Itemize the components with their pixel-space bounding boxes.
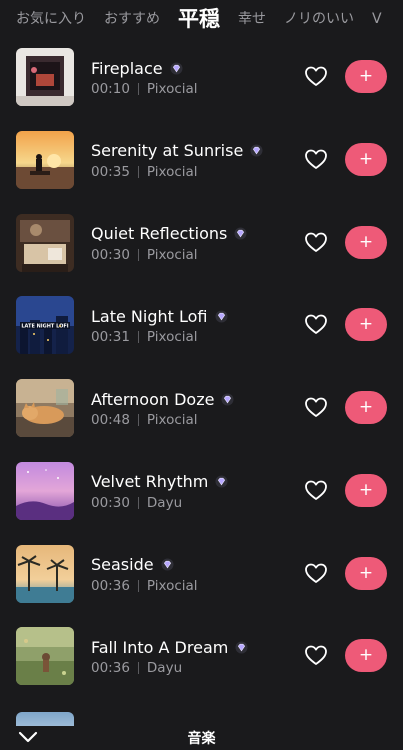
track-duration: 00:35 [91, 163, 130, 180]
track-duration: 00:30 [91, 494, 130, 511]
track-title: Quiet Reflections [91, 224, 228, 243]
track-row[interactable]: LATE NIGHT LOFI Late Night Lofi 00:31 Pixoc… [0, 286, 403, 369]
track-row[interactable]: Quiet Reflections 00:30 Pixocial + [0, 204, 403, 287]
tab-next[interactable]: V [372, 0, 382, 38]
diamond-badge-icon [250, 144, 263, 157]
tab-recommended[interactable]: おすすめ [104, 0, 160, 38]
desk-thumbnail[interactable] [16, 213, 74, 272]
heart-icon[interactable] [304, 479, 328, 501]
track-source: Pixocial [146, 412, 198, 428]
heart-icon[interactable] [304, 231, 328, 253]
meta-divider [137, 496, 139, 509]
palm-beach-thumbnail[interactable] [16, 544, 74, 603]
heart-icon[interactable] [304, 644, 328, 666]
track-meta: 00:31 Pixocial [91, 329, 198, 345]
add-track-button[interactable]: + [345, 142, 387, 176]
track-duration: 00:30 [91, 246, 130, 263]
diamond-badge-icon [221, 393, 234, 406]
track-row[interactable]: Fall Into A Dream 00:36 Dayu + [0, 617, 403, 700]
track-meta: 00:10 Pixocial [91, 81, 198, 97]
meta-divider [137, 165, 139, 178]
track-row[interactable]: Seaside 00:36 Pixocial + [0, 535, 403, 618]
heart-icon[interactable] [304, 65, 328, 87]
tab-happy[interactable]: 幸せ [238, 0, 266, 38]
track-title-row: Quiet Reflections [91, 223, 247, 245]
track-row[interactable]: Serenity at Sunrise 00:35 Pixocial + [0, 121, 403, 204]
track-title: Seaside [91, 555, 154, 574]
tab-calm[interactable]: 平穏 [178, 0, 220, 38]
sheet-title: 音楽 [187, 731, 216, 747]
fireplace-thumbnail[interactable] [16, 48, 74, 106]
sunrise-thumbnail[interactable] [16, 130, 74, 189]
add-track-button[interactable]: + [345, 556, 387, 590]
tab-upbeat[interactable]: ノリのいい [284, 0, 354, 38]
track-source: Pixocial [146, 163, 198, 180]
diamond-badge-icon [161, 558, 174, 571]
diamond-badge-icon [235, 641, 248, 654]
track-duration: 00:36 [91, 660, 130, 677]
track-meta: 00:36 Dayu [91, 660, 182, 676]
sleeping-cat-thumbnail[interactable] [16, 379, 74, 437]
tab-favorites[interactable]: お気に入り [16, 0, 86, 38]
heart-icon[interactable] [304, 562, 328, 584]
track-title-row: Velvet Rhythm [91, 471, 228, 493]
heart-icon[interactable] [304, 396, 328, 418]
track-duration: 00:31 [91, 329, 130, 346]
track-duration: 00:36 [91, 577, 130, 594]
meta-divider [137, 331, 139, 344]
night-city-thumbnail[interactable]: LATE NIGHT LOFI [16, 296, 74, 355]
track-meta: 00:48 Pixocial [91, 412, 198, 428]
add-track-button[interactable]: + [345, 473, 387, 507]
track-duration: 00:48 [91, 412, 130, 428]
add-track-button[interactable]: + [345, 308, 387, 342]
track-title-row: Seaside [91, 554, 174, 576]
track-source: Dayu [146, 660, 183, 677]
track-title: Afternoon Doze [91, 389, 215, 409]
purple-sky-thumbnail[interactable] [16, 461, 74, 520]
track-row[interactable]: Afternoon Doze 00:48 Pixocial + [0, 369, 403, 452]
diamond-badge-icon [215, 310, 228, 323]
add-track-button[interactable]: + [345, 60, 387, 93]
add-track-button[interactable]: + [345, 225, 387, 259]
track-title-row: Fireplace [91, 57, 183, 79]
track-meta: 00:35 Pixocial [91, 164, 198, 180]
heart-icon[interactable] [304, 148, 328, 170]
track-title: Fireplace [91, 58, 163, 78]
track-source: Pixocial [146, 577, 198, 594]
track-source: Pixocial [146, 329, 198, 346]
music-picker-screen: お気に入り おすすめ 平穏 幸せ ノリのいい V Fireplace 00:10 P… [0, 0, 403, 750]
diamond-badge-icon [170, 62, 183, 75]
meadow-thumbnail[interactable] [16, 627, 74, 686]
track-title: Serenity at Sunrise [91, 141, 244, 161]
meta-divider [137, 83, 139, 95]
track-row[interactable]: Fireplace 00:10 Pixocial + [0, 38, 403, 121]
track-title-row: Afternoon Doze [91, 388, 234, 410]
diamond-badge-icon [215, 475, 228, 488]
track-meta: 00:30 Pixocial [91, 247, 198, 263]
track-source: Pixocial [146, 246, 198, 263]
meta-divider [137, 579, 139, 592]
track-meta: 00:36 Pixocial [91, 578, 198, 594]
diamond-badge-icon [234, 227, 247, 240]
track-title-row: Fall Into A Dream [91, 636, 248, 658]
track-source: Pixocial [146, 81, 198, 97]
track-duration: 00:10 [91, 81, 130, 97]
track-title: Fall Into A Dream [91, 637, 229, 657]
heart-icon[interactable] [304, 313, 328, 335]
svg-text:LATE NIGHT LOFI: LATE NIGHT LOFI [21, 324, 68, 330]
track-source: Dayu [146, 494, 183, 511]
meta-divider [137, 662, 139, 675]
add-track-button[interactable]: + [345, 391, 387, 424]
category-tabs: お気に入り おすすめ 平穏 幸せ ノリのいい V [0, 0, 403, 38]
track-title-row: Late Night Lofi [91, 305, 228, 327]
bottom-bar: 音楽 [0, 726, 403, 750]
add-track-button[interactable]: + [345, 639, 387, 673]
track-title: Velvet Rhythm [91, 472, 209, 492]
meta-divider [137, 248, 139, 261]
track-row[interactable]: Velvet Rhythm 00:30 Dayu + [0, 452, 403, 535]
track-title: Late Night Lofi [91, 306, 208, 326]
track-meta: 00:30 Dayu [91, 495, 182, 511]
track-title-row: Serenity at Sunrise [91, 140, 263, 162]
meta-divider [137, 414, 139, 426]
